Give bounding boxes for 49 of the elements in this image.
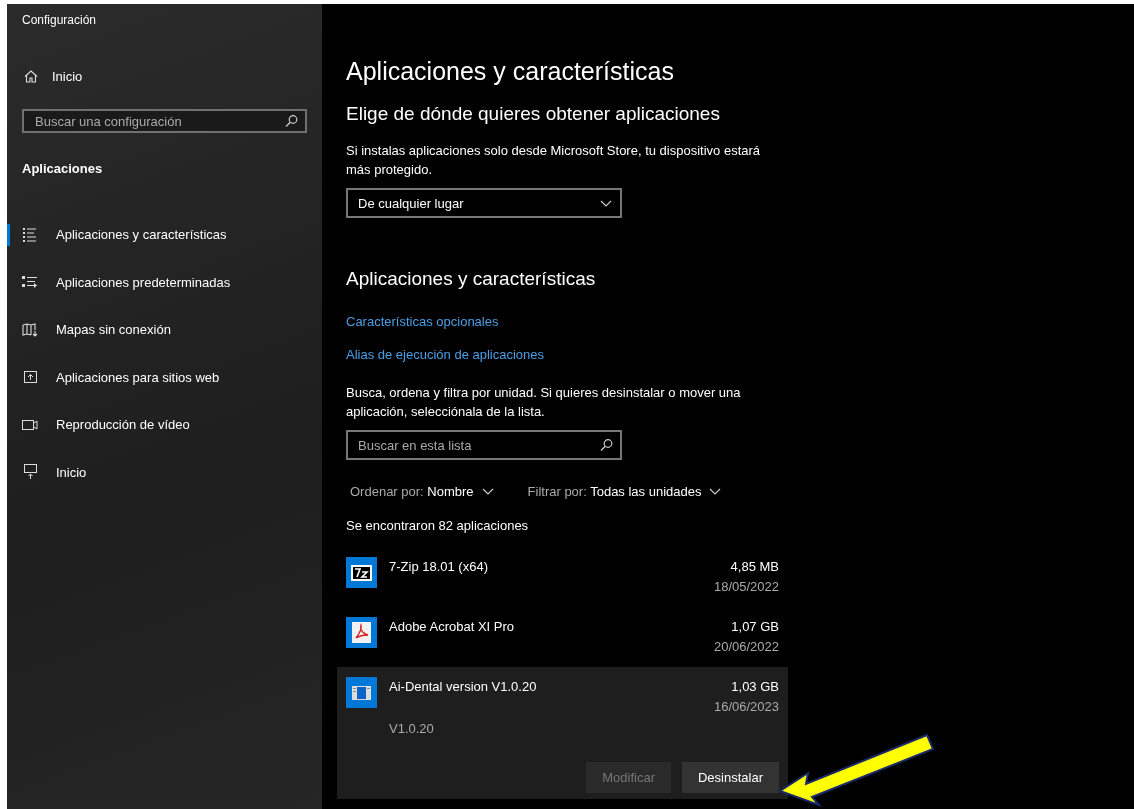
app-name: Adobe Acrobat XI Pro	[389, 618, 515, 634]
sidebar-item[interactable]: Inicio	[56, 464, 87, 480]
info-text: Si instalas aplicaciones solo desde Microsoft Store, tu dispositivo estará más protegido.	[346, 142, 762, 179]
chevron-down-icon	[709, 488, 722, 495]
app-date: 16/06/2023	[713, 698, 779, 716]
chevron-down-icon	[600, 199, 612, 207]
section-heading: Aplicaciones	[22, 161, 104, 177]
app-icon	[346, 617, 377, 648]
app-name: 7-Zip 18.01 (x64)	[389, 558, 488, 574]
sidebar-item[interactable]: Mapas sin conexión	[56, 322, 171, 338]
app-name: Ai-Dental version V1.0.20	[389, 678, 537, 694]
video-camera-icon	[22, 419, 38, 430]
section-heading: Aplicaciones y características	[346, 268, 597, 291]
search-field[interactable]: Buscar una configuración	[22, 109, 307, 133]
search-icon	[600, 438, 613, 452]
app-version: V1.0.20	[389, 721, 435, 736]
app-size: 4,85 MB	[729, 558, 779, 576]
app-count: Se encontraron 82 aplicaciones	[346, 518, 530, 533]
app-size: 1,07 GB	[730, 618, 779, 636]
sidebar-item[interactable]: Reproducción de vídeo	[56, 417, 190, 433]
app-date: 20/06/2022	[713, 638, 779, 656]
action-button[interactable]: Desinstalar	[681, 762, 779, 793]
map-icon	[22, 322, 38, 337]
list-arrow-icon	[22, 276, 38, 289]
app-icon	[346, 557, 377, 588]
source-dropdown[interactable]: De cualquier lugar	[346, 188, 622, 218]
sidebar-item[interactable]: Aplicaciones para sitios web	[56, 369, 220, 385]
home-link[interactable]: Inicio	[52, 68, 83, 84]
section-heading: Elige de dónde quieres obtener aplicaciones	[346, 103, 721, 126]
link[interactable]: Características opcionales	[346, 314, 499, 329]
app-list-item[interactable]: Adobe Acrobat XI Pro 1,07 GB 20/06/2022	[337, 607, 788, 667]
app-list-item[interactable]: 7-Zip 18.01 (x64) 4,85 MB 18/05/2022	[337, 547, 788, 607]
search-field[interactable]: Buscar en esta lista	[346, 430, 622, 460]
chevron-down-icon	[481, 488, 494, 495]
sort-dropdown[interactable]: Ordenar por: Nombre	[350, 484, 494, 499]
search-icon	[285, 114, 298, 128]
filter-dropdown[interactable]: Filtrar por: Todas las unidades	[527, 484, 722, 499]
sidebar-item[interactable]: Aplicaciones y características	[56, 227, 227, 243]
list-icon	[23, 227, 37, 242]
monitor-arrow-icon	[23, 464, 37, 481]
sidebar-item[interactable]: Aplicaciones predeterminadas	[56, 274, 231, 290]
app-icon	[346, 677, 377, 708]
window-title: Configuración	[21, 12, 98, 29]
page-title: Aplicaciones y características	[346, 57, 675, 87]
app-size: 1,03 GB	[730, 678, 779, 696]
home-icon	[24, 69, 38, 83]
link[interactable]: Alias de ejecución de aplicaciones	[346, 347, 544, 362]
app-date: 18/05/2022	[713, 578, 779, 596]
info-text: Busca, ordena y filtra por unidad. Si quieres desinstalar o mover una aplicación, selecciónala de la lista.	[346, 384, 742, 421]
